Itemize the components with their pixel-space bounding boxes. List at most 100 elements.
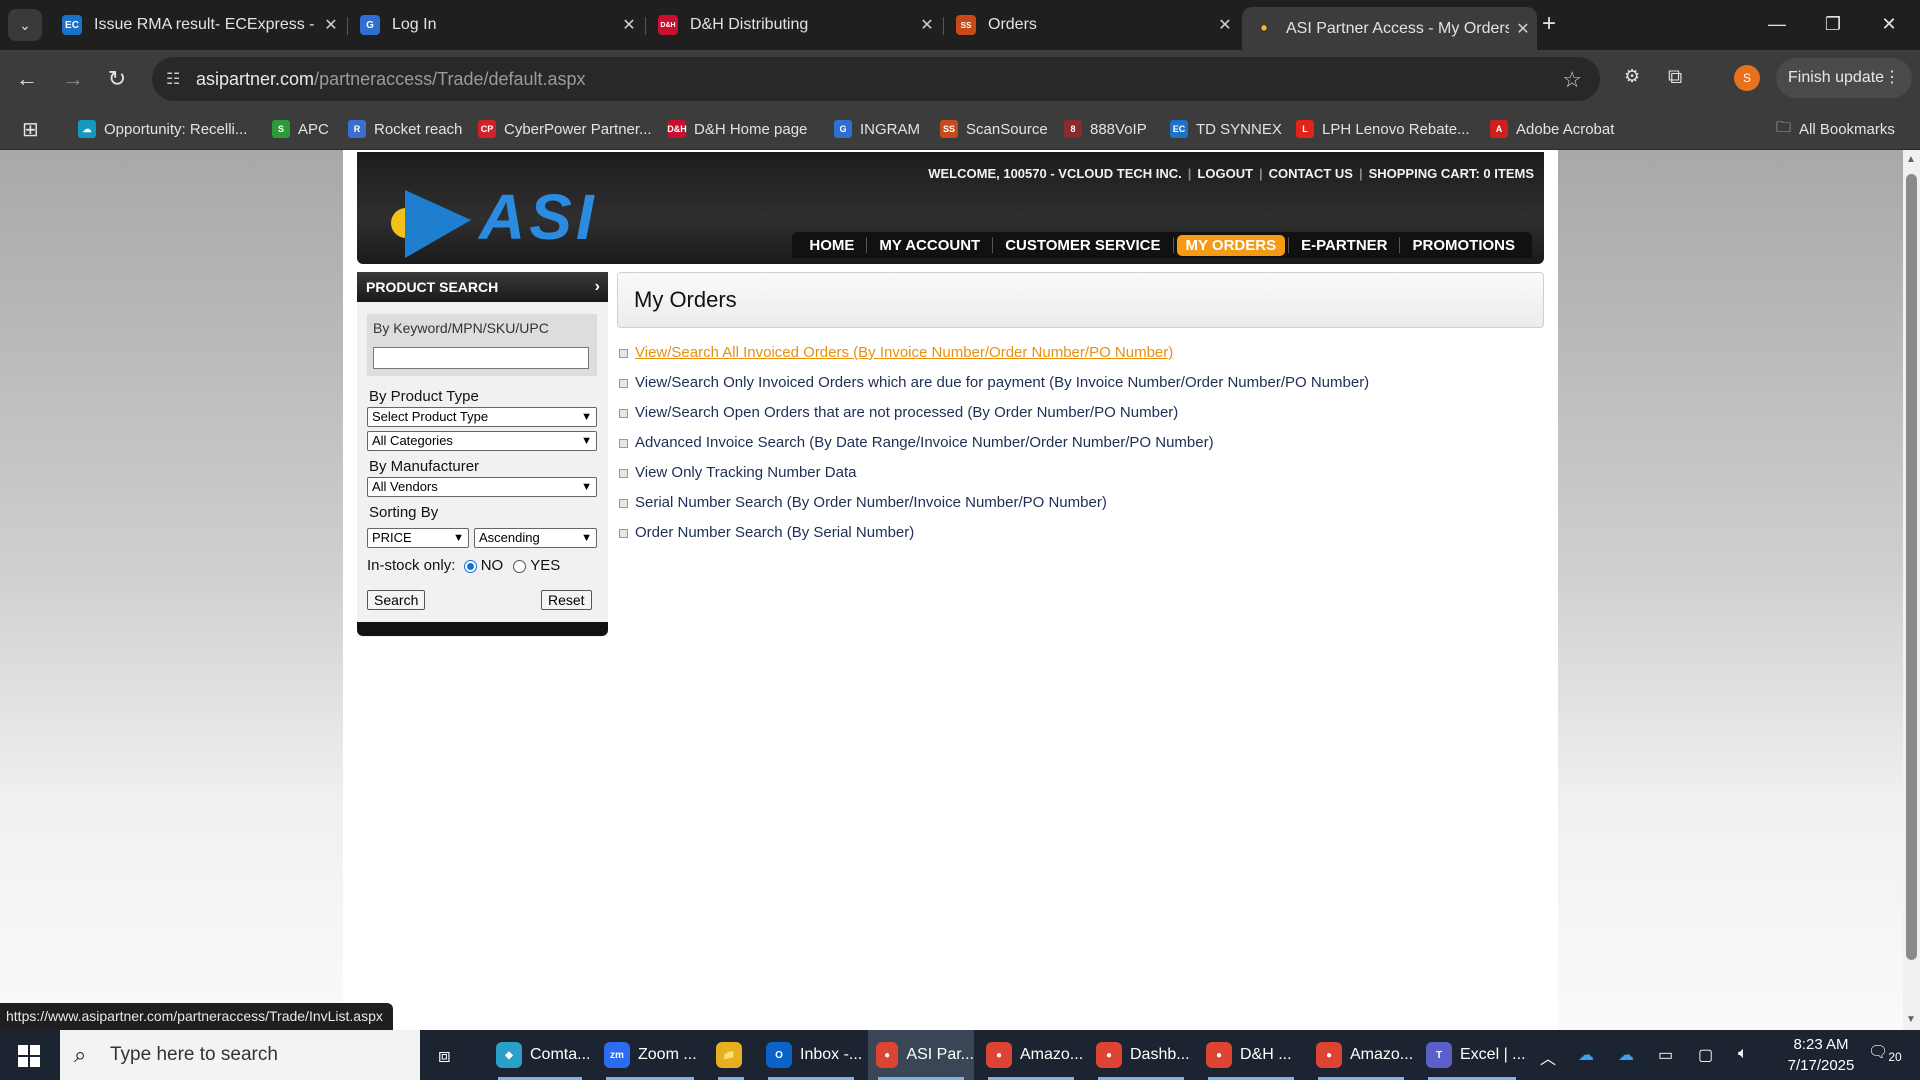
- translate-extension-icon[interactable]: ⚙: [1624, 66, 1640, 87]
- taskbar-app[interactable]: ● Amazo...: [978, 1030, 1084, 1080]
- nav-my-account[interactable]: MY ACCOUNT: [870, 235, 989, 256]
- onedrive-business-icon[interactable]: ☁: [1618, 1045, 1634, 1065]
- tab-dh-distributing[interactable]: D&H D&H Distributing ✕: [646, 7, 941, 43]
- apps-grid-icon[interactable]: ⊞: [22, 116, 39, 142]
- address-bar[interactable]: ☷ asipartner.com/partneraccess/Trade/def…: [152, 57, 1600, 101]
- taskbar-app[interactable]: zm Zoom ...: [596, 1030, 704, 1080]
- notification-icon[interactable]: 🗨︎20: [1868, 1042, 1902, 1064]
- onedrive-icon[interactable]: ☁: [1578, 1045, 1594, 1065]
- profile-avatar[interactable]: S: [1734, 65, 1760, 91]
- nav-promotions[interactable]: PROMOTIONS: [1403, 235, 1524, 256]
- asi-logo[interactable]: ASI: [387, 170, 617, 258]
- tab-login[interactable]: G Log In ✕: [348, 7, 643, 43]
- bookmark-item[interactable]: A Adobe Acrobat: [1490, 116, 1614, 142]
- link-invoiced-due-payment[interactable]: View/Search Only Invoiced Orders which a…: [617, 368, 1544, 398]
- link-open-orders[interactable]: View/Search Open Orders that are not pro…: [617, 398, 1544, 428]
- manufacturer-select[interactable]: All Vendors ▼: [367, 477, 597, 497]
- taskbar-search-box[interactable]: ⌕ Type here to search: [60, 1030, 420, 1080]
- bookmark-label: 888VoIP: [1090, 120, 1147, 138]
- link-advanced-invoice-search[interactable]: Advanced Invoice Search (By Date Range/I…: [617, 428, 1544, 458]
- taskbar-app[interactable]: 📁: [708, 1030, 754, 1080]
- minimize-button[interactable]: —: [1754, 8, 1800, 40]
- bookmark-item[interactable]: S APC: [272, 116, 329, 142]
- close-icon[interactable]: ✕: [1211, 15, 1239, 35]
- volume-icon[interactable]: 🔈︎: [1738, 1045, 1748, 1063]
- nav-e-partner[interactable]: E-PARTNER: [1292, 235, 1396, 256]
- new-tab-button[interactable]: +: [1542, 10, 1556, 38]
- taskbar-app[interactable]: ◆ Comta...: [488, 1030, 592, 1080]
- tab-orders[interactable]: SS Orders ✕: [944, 7, 1239, 43]
- bookmark-item[interactable]: SS ScanSource: [940, 116, 1048, 142]
- finish-update-button[interactable]: Finish update ⋮: [1776, 58, 1912, 98]
- restore-button[interactable]: ❐: [1810, 8, 1856, 40]
- bookmark-item[interactable]: ☁ Opportunity: Recelli...: [78, 116, 247, 142]
- bookmark-favicon-icon: S: [272, 120, 290, 138]
- product-type-select[interactable]: Select Product Type ▼: [367, 407, 597, 427]
- link-order-number-search[interactable]: Order Number Search (By Serial Number): [617, 518, 1544, 548]
- keyword-input[interactable]: [373, 347, 589, 369]
- link-all-invoiced-orders[interactable]: View/Search All Invoiced Orders (By Invo…: [617, 338, 1544, 368]
- task-view-icon[interactable]: ⧈: [438, 1045, 451, 1068]
- chevron-up-icon[interactable]: ︿: [1540, 1045, 1556, 1069]
- bookmark-item[interactable]: G INGRAM: [834, 116, 920, 142]
- bookmark-item[interactable]: 8 888VoIP: [1064, 116, 1147, 142]
- folder-icon: 🗀: [1776, 118, 1792, 136]
- bookmark-item[interactable]: L LPH Lenovo Rebate...: [1296, 116, 1470, 142]
- sort-order-select[interactable]: Ascending ▼: [474, 528, 597, 548]
- instock-yes-radio[interactable]: [513, 559, 527, 573]
- extensions-puzzle-icon[interactable]: ⧉: [1668, 66, 1682, 89]
- bookmark-item[interactable]: R Rocket reach: [348, 116, 462, 142]
- search-button[interactable]: Search: [367, 590, 426, 610]
- bookmark-label: INGRAM: [860, 120, 920, 138]
- all-bookmarks-button[interactable]: 🗀 All Bookmarks: [1776, 116, 1895, 142]
- sort-field-select[interactable]: PRICE ▼: [367, 528, 469, 548]
- bookmark-item[interactable]: D&H D&H Home page: [667, 116, 807, 142]
- shopping-cart-link[interactable]: SHOPPING CART: 0 ITEMS: [1369, 166, 1534, 181]
- page-scrollbar[interactable]: ▲ ▼: [1903, 150, 1920, 1030]
- instock-yes-label: YES: [530, 557, 561, 574]
- forward-button[interactable]: →: [58, 64, 88, 94]
- taskbar-app[interactable]: ● Amazo...: [1308, 1030, 1414, 1080]
- battery-icon[interactable]: ▭: [1658, 1045, 1673, 1065]
- taskbar-app[interactable]: ● ASI Par...: [868, 1030, 974, 1080]
- taskbar-app[interactable]: T Excel | ...: [1418, 1030, 1526, 1080]
- link-serial-number-search[interactable]: Serial Number Search (By Order Number/In…: [617, 488, 1544, 518]
- product-search-header[interactable]: PRODUCT SEARCH ›: [357, 272, 608, 302]
- taskbar-clock[interactable]: 8:23 AM 7/17/2025: [1776, 1034, 1866, 1076]
- site-info-icon[interactable]: ☷: [166, 69, 180, 89]
- scroll-up-icon[interactable]: ▲: [1906, 154, 1916, 165]
- bookmark-item[interactable]: CP CyberPower Partner...: [478, 116, 652, 142]
- reload-button[interactable]: ↻: [102, 64, 132, 94]
- back-button[interactable]: ←: [12, 64, 42, 94]
- close-icon[interactable]: ✕: [913, 15, 941, 35]
- instock-no-radio[interactable]: [463, 559, 477, 573]
- scroll-down-icon[interactable]: ▼: [1906, 1014, 1916, 1025]
- close-window-button[interactable]: ✕: [1866, 8, 1912, 40]
- close-icon[interactable]: ✕: [1509, 19, 1537, 39]
- network-icon[interactable]: ▢: [1698, 1045, 1713, 1065]
- bookmark-star-icon[interactable]: ☆: [1562, 67, 1582, 93]
- bookmark-favicon-icon: 8: [1064, 120, 1082, 138]
- windows-start-icon[interactable]: [18, 1045, 40, 1067]
- taskbar-app[interactable]: ● D&H ...: [1198, 1030, 1304, 1080]
- tab-asi-partner-access[interactable]: • ASI Partner Access - My Orders ✕: [1242, 7, 1537, 50]
- close-icon[interactable]: ✕: [615, 15, 643, 35]
- category-select[interactable]: All Categories ▼: [367, 431, 597, 451]
- nav-home[interactable]: HOME: [800, 235, 863, 256]
- taskbar-app[interactable]: O Inbox -...: [758, 1030, 864, 1080]
- tab-search-button[interactable]: ⌄: [8, 9, 42, 41]
- bookmark-item[interactable]: EC TD SYNNEX: [1170, 116, 1282, 142]
- link-tracking-number-data[interactable]: View Only Tracking Number Data: [617, 458, 1544, 488]
- nav-my-orders[interactable]: MY ORDERS: [1176, 234, 1286, 256]
- bookmark-label: ScanSource: [966, 120, 1048, 138]
- logout-link[interactable]: LOGOUT: [1197, 166, 1253, 181]
- tab-ecexpress[interactable]: EC Issue RMA result- ECExpress - T ✕: [50, 7, 345, 43]
- product-type-label: By Product Type: [369, 388, 479, 405]
- contact-us-link[interactable]: CONTACT US: [1269, 166, 1353, 181]
- reset-button[interactable]: Reset: [541, 590, 592, 610]
- nav-customer-service[interactable]: CUSTOMER SERVICE: [996, 235, 1169, 256]
- main-nav: HOME MY ACCOUNT CUSTOMER SERVICE MY ORDE…: [792, 232, 1532, 258]
- scrollbar-thumb[interactable]: [1906, 174, 1917, 960]
- taskbar-app[interactable]: ● Dashb...: [1088, 1030, 1194, 1080]
- close-icon[interactable]: ✕: [317, 15, 345, 35]
